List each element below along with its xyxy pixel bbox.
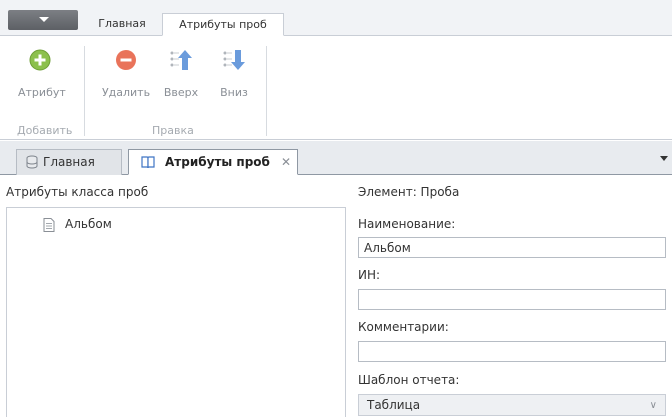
- document-tab-strip: Главная Атрибуты проб ✕: [0, 141, 672, 175]
- ribbon-tab-strip: Главная Атрибуты проб: [0, 0, 672, 36]
- delete-button[interactable]: Удалить: [98, 48, 154, 99]
- class-attributes-title: Атрибуты класса проб: [6, 185, 149, 199]
- report-template-select[interactable]: Таблица ∨: [358, 394, 666, 416]
- name-field-label: Наименование:: [358, 217, 456, 231]
- report-template-value: Таблица: [367, 398, 421, 412]
- add-attribute-label: Атрибут: [18, 86, 66, 99]
- chevron-down-icon: ∨: [649, 400, 657, 411]
- move-up-label: Вверх: [163, 86, 199, 99]
- ribbon-tab-home[interactable]: Главная: [82, 13, 162, 36]
- ribbon-group-add-label: Добавить: [17, 124, 73, 137]
- doc-tab-home[interactable]: Главная: [16, 149, 122, 175]
- add-attribute-button[interactable]: Атрибут: [18, 48, 66, 99]
- arrow-down-icon: [223, 50, 245, 70]
- close-icon[interactable]: ✕: [281, 150, 291, 174]
- chevron-down-icon: [39, 17, 49, 22]
- report-template-label: Шаблон отчета:: [358, 373, 460, 387]
- plus-circle-icon: [29, 49, 51, 71]
- ribbon-group-edit-label: Правка: [152, 124, 194, 137]
- move-down-button[interactable]: Вниз: [212, 48, 256, 99]
- arrow-up-icon: [170, 50, 192, 70]
- element-label: Элемент: Проба: [358, 185, 460, 199]
- application-menu-button[interactable]: [8, 10, 78, 30]
- name-input[interactable]: [358, 237, 666, 258]
- doc-tab-home-label: Главная: [43, 155, 95, 169]
- minus-circle-icon: [116, 50, 136, 70]
- document-icon: [43, 218, 55, 232]
- move-down-label: Вниз: [220, 86, 248, 99]
- doc-tab-sample-attributes[interactable]: Атрибуты проб ✕: [128, 149, 298, 175]
- ribbon-group-separator: [266, 46, 267, 136]
- in-field-label: ИН:: [358, 268, 381, 282]
- in-input[interactable]: [358, 289, 666, 310]
- ribbon-tab-sample-attributes[interactable]: Атрибуты проб: [162, 13, 284, 36]
- move-up-button[interactable]: Вверх: [158, 48, 204, 99]
- tree-item-label: Альбом: [65, 217, 112, 231]
- database-icon: [26, 155, 38, 169]
- attributes-tree: Альбом: [6, 207, 346, 417]
- tab-list-dropdown-icon[interactable]: [660, 156, 668, 161]
- ribbon-group-separator: [84, 46, 85, 136]
- ribbon-panel: Атрибут Удалить Вверх Вниз Добавить Прав…: [0, 36, 672, 140]
- delete-label: Удалить: [101, 86, 151, 99]
- doc-tab-attributes-label: Атрибуты проб: [165, 155, 270, 169]
- comment-input[interactable]: [358, 341, 666, 362]
- comment-field-label: Комментарии:: [358, 320, 449, 334]
- book-icon: [141, 156, 155, 169]
